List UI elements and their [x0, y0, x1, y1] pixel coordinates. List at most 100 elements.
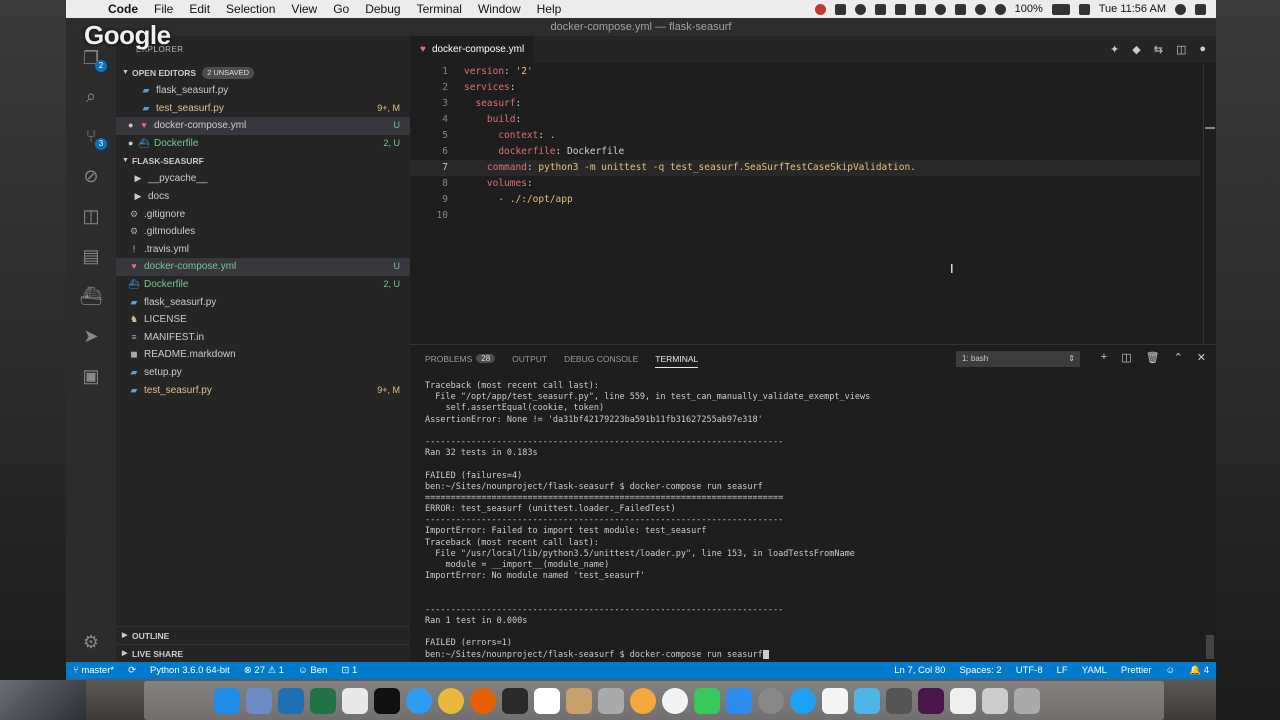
trash-icon[interactable]: 🗑	[1146, 351, 1160, 364]
file-tree-item[interactable]: ♞ LICENSE	[116, 311, 410, 329]
unsaved-dot-icon[interactable]: ●	[128, 117, 138, 135]
sync-icon[interactable]: ⟳	[121, 665, 143, 676]
dropbox-icon[interactable]	[834, 3, 846, 15]
file-tree-item[interactable]: ◼ README.markdown	[116, 346, 410, 364]
line-ending[interactable]: LF	[1050, 665, 1075, 676]
file-tree-item[interactable]: ! .travis.yml	[116, 241, 410, 259]
firefox-icon[interactable]	[470, 687, 496, 714]
tab-debug-console[interactable]: DEBUG CONSOLE	[564, 354, 638, 364]
split-editor-icon[interactable]: ◫	[1176, 43, 1186, 56]
file-tree-item[interactable]: ≡ MANIFEST.in	[116, 329, 410, 347]
menu-edit[interactable]: Edit	[181, 2, 218, 16]
code-view[interactable]: 1 version: '2' 2 services: 3 seasurf: 4 bu…	[410, 64, 1200, 224]
close-panel-icon[interactable]: ✕	[1197, 351, 1206, 364]
menu-view[interactable]: View	[283, 2, 325, 16]
textedit-icon[interactable]	[342, 687, 368, 714]
tab-terminal[interactable]: TERMINAL	[655, 354, 699, 368]
safari-icon[interactable]	[406, 687, 432, 714]
chrome-icon[interactable]	[438, 687, 464, 714]
settings-gear-icon[interactable]: ⚙	[79, 630, 103, 654]
evernote-icon[interactable]	[874, 3, 886, 15]
indentation[interactable]: Spaces: 2	[952, 665, 1008, 676]
encoding[interactable]: UTF-8	[1009, 665, 1050, 676]
extensions-icon[interactable]: ◫	[79, 204, 103, 228]
timemachine-icon[interactable]	[974, 3, 986, 15]
file-tree-item[interactable]: ⛴ Dockerfile 2, U	[116, 276, 410, 294]
tasks-icon[interactable]: ▤	[79, 244, 103, 268]
project-section[interactable]: ▼ FLASK-SEASURF	[116, 152, 410, 170]
python-interpreter[interactable]: Python 3.6.0 64-bit	[143, 665, 237, 676]
lock-icon[interactable]	[914, 3, 926, 15]
file-tree-item[interactable]: ♥ docker-compose.yml U	[116, 258, 410, 276]
tab-docker-compose[interactable]: ♥ docker-compose.yml	[410, 36, 535, 63]
vscode-icon[interactable]	[278, 687, 304, 714]
language-mode[interactable]: YAML	[1075, 665, 1114, 676]
sketch-icon[interactable]	[854, 687, 880, 714]
calendar-icon[interactable]	[894, 3, 906, 15]
slack-icon[interactable]	[918, 687, 944, 714]
terminal-output[interactable]: Traceback (most recent call last): File …	[425, 381, 1205, 661]
file-tree-item[interactable]: ▰ setup.py	[116, 364, 410, 382]
menu-file[interactable]: File	[146, 2, 181, 16]
menu-selection[interactable]: Selection	[218, 2, 283, 16]
notifications[interactable]: 🔔 4	[1182, 665, 1216, 676]
file-tree-item[interactable]: ⚙ .gitmodules	[116, 223, 410, 241]
open-editor-item[interactable]: ● ⛴ Dockerfile 2, U	[116, 135, 410, 153]
excel-icon[interactable]	[310, 687, 336, 714]
search-icon[interactable]: ⌕	[79, 84, 103, 108]
file-tree-item[interactable]: ▶ docs	[116, 188, 410, 206]
file-tree-item[interactable]: ▶ __pycache__	[116, 170, 410, 188]
file-icon[interactable]	[950, 687, 976, 714]
open-editors-section[interactable]: ▼ OPEN EDITORS 2 UNSAVED	[116, 64, 410, 82]
notification-center-icon[interactable]	[1195, 3, 1206, 15]
menu-app-name[interactable]: Code	[100, 2, 146, 16]
file-tree-item[interactable]: ▰ flask_seasurf.py	[116, 294, 410, 312]
menu-window[interactable]: Window	[470, 2, 529, 16]
feedback-icon[interactable]: ☺	[1159, 665, 1183, 676]
new-terminal-icon[interactable]: +	[1101, 351, 1107, 364]
live-share-count[interactable]: ⊡ 1	[334, 665, 364, 676]
trash-dock-icon[interactable]	[1014, 687, 1040, 714]
formatter[interactable]: Prettier	[1114, 665, 1159, 676]
photos-icon[interactable]	[630, 687, 656, 714]
bluetooth-icon[interactable]	[954, 3, 966, 15]
source-control-icon[interactable]: ⑂ 3	[79, 124, 107, 150]
scroll-marker[interactable]	[1205, 127, 1215, 129]
remote-icon[interactable]: ▣	[79, 364, 103, 388]
info-icon[interactable]	[854, 3, 866, 15]
record-icon[interactable]	[814, 3, 826, 15]
tab-problems[interactable]: PROBLEMS 28	[425, 354, 496, 364]
system-preferences-icon[interactable]	[758, 687, 784, 714]
menu-debug[interactable]: Debug	[357, 2, 408, 16]
tab-output[interactable]: OUTPUT	[512, 354, 547, 364]
clock[interactable]: Tue 11:56 AM	[1099, 3, 1166, 15]
unsaved-dot-icon[interactable]: ●	[1199, 43, 1206, 56]
tweetbot-icon[interactable]	[790, 687, 816, 714]
live-share-icon[interactable]: ➤	[79, 324, 103, 348]
outline-section[interactable]: ▶ OUTLINE	[116, 626, 410, 644]
finder-icon[interactable]	[214, 687, 240, 714]
file-tree-item[interactable]: ▰ test_seasurf.py 9+, M	[116, 382, 410, 400]
screenflow-icon[interactable]	[886, 687, 912, 714]
open-editor-item[interactable]: ▰ test_seasurf.py 9+, M	[116, 100, 410, 118]
facetime-icon[interactable]	[694, 687, 720, 714]
git-branch[interactable]: ⑂ master*	[66, 665, 121, 676]
debug-icon[interactable]: ⊘	[79, 164, 103, 188]
split-terminal-icon[interactable]: ◫	[1121, 351, 1131, 364]
open-editor-item[interactable]: ▰ flask_seasurf.py	[116, 82, 410, 100]
file-tree-item[interactable]: ⚙ .gitignore	[116, 206, 410, 224]
git-compare-icon[interactable]: ◆	[1132, 43, 1140, 56]
notes-icon[interactable]	[566, 687, 592, 714]
docker-icon[interactable]: ⛴	[79, 284, 103, 308]
open-changes-icon[interactable]: ⇆	[1154, 43, 1163, 56]
live-share-section[interactable]: ▶ LIVE SHARE	[116, 644, 410, 662]
spotlight-icon[interactable]	[1175, 3, 1186, 15]
app-store-icon[interactable]	[726, 687, 752, 714]
wifi-icon[interactable]	[994, 3, 1006, 15]
menu-help[interactable]: Help	[529, 2, 570, 16]
pin-icon[interactable]: ✦	[1110, 43, 1119, 56]
document-icon[interactable]	[822, 687, 848, 714]
ical-icon[interactable]	[934, 3, 946, 15]
menu-terminal[interactable]: Terminal	[409, 2, 470, 16]
flag-icon[interactable]	[1078, 3, 1090, 15]
